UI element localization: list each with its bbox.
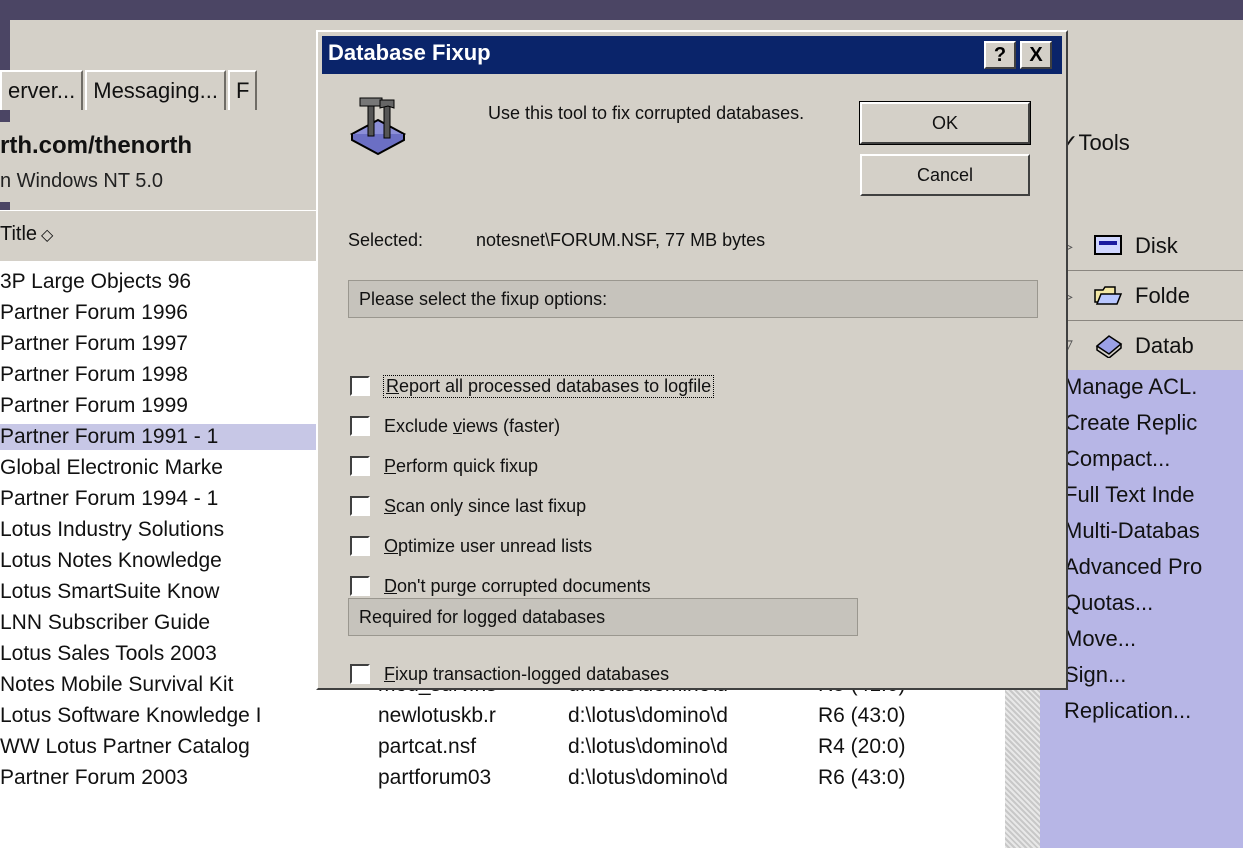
tab-more[interactable]: F bbox=[227, 70, 258, 110]
title-cell: Notes Mobile Survival Kit bbox=[0, 673, 234, 696]
tools-section-label: Datab bbox=[1135, 333, 1194, 358]
tools-section-disk[interactable]: ▷ Disk bbox=[1045, 222, 1243, 271]
column-title-header[interactable]: Title ◇ bbox=[0, 223, 53, 246]
title-cell: Lotus SmartSuite Know bbox=[0, 580, 220, 603]
folder-icon bbox=[1094, 286, 1123, 305]
title-cell: Lotus Software Knowledge I bbox=[0, 704, 262, 727]
tool-sign[interactable]: Sign... bbox=[1064, 662, 1126, 688]
selected-value: notesnet\FORUM.NSF, 77 MB bytes bbox=[476, 230, 766, 250]
tab-messaging[interactable]: Messaging... bbox=[85, 70, 226, 110]
option-label: Exclude views (faster) bbox=[384, 415, 561, 436]
option-label: Optimize user unread lists bbox=[384, 535, 593, 556]
path-cell: d:\lotus\domino\d bbox=[568, 735, 728, 758]
checkbox[interactable] bbox=[350, 536, 370, 556]
title-cell: Partner Forum 1991 - 1 bbox=[0, 425, 219, 448]
fixup-option[interactable]: Optimize user unread lists bbox=[350, 532, 592, 560]
title-cell: Partner Forum 2003 bbox=[0, 766, 188, 789]
database-fixup-dialog: Database Fixup ? X Use this tool to fix … bbox=[316, 30, 1068, 690]
version-cell: R4 (20:0) bbox=[818, 735, 906, 758]
option-label: Fixup transaction-logged databases bbox=[384, 663, 670, 684]
tools-header[interactable]: ✓Tools bbox=[1060, 130, 1130, 156]
option-fixup-transaction-logged[interactable]: Fixup transaction-logged databases bbox=[350, 660, 669, 688]
intro-text: Use this tool to fix corrupted databases… bbox=[488, 103, 805, 123]
title-cell: Global Electronic Marke bbox=[0, 456, 223, 479]
checkbox[interactable] bbox=[350, 456, 370, 476]
title-cell: Partner Forum 1997 bbox=[0, 332, 188, 355]
tool-full-text-index[interactable]: Full Text Inde bbox=[1064, 482, 1194, 508]
file-cell: partforum03 bbox=[378, 766, 492, 789]
title-cell: Partner Forum 1999 bbox=[0, 394, 188, 417]
tool-move[interactable]: Move... bbox=[1064, 626, 1136, 652]
fixup-option[interactable]: Don't purge corrupted documents bbox=[350, 572, 651, 600]
tab-strip: erver... Messaging... F bbox=[0, 70, 259, 110]
option-label: Scan only since last fixup bbox=[384, 495, 587, 516]
title-cell: LNN Subscriber Guide bbox=[0, 611, 211, 634]
checkbox[interactable] bbox=[350, 496, 370, 516]
fixup-option[interactable]: Perform quick fixup bbox=[350, 452, 538, 480]
title-cell: WW Lotus Partner Catalog bbox=[0, 735, 250, 758]
option-label: Report all processed databases to logfil… bbox=[382, 374, 715, 398]
table-row[interactable]: WW Lotus Partner Catalog partcat.nsf d:\lo… bbox=[0, 734, 1060, 760]
fixup-option[interactable]: Report all processed databases to logfil… bbox=[350, 372, 715, 400]
fixup-option[interactable]: Scan only since last fixup bbox=[350, 492, 586, 520]
tools-section-database[interactable]: ▽ Datab bbox=[1045, 322, 1243, 371]
title-cell: Partner Forum 1994 - 1 bbox=[0, 487, 219, 510]
application-window: erver... Messaging... F rth.com/thenorth… bbox=[0, 0, 1243, 848]
title-cell: Lotus Industry Solutions bbox=[0, 518, 225, 541]
dialog-titlebar[interactable]: Database Fixup ? X bbox=[322, 36, 1062, 74]
title-cell: Lotus Sales Tools 2003 bbox=[0, 642, 217, 665]
fixup-tool-icon bbox=[349, 97, 407, 156]
tools-section-label: Folde bbox=[1135, 283, 1191, 308]
database-icon bbox=[1095, 335, 1123, 358]
table-row[interactable]: Lotus Software Knowledge I newlotuskb.r d:… bbox=[0, 703, 1060, 729]
table-row[interactable]: Partner Forum 2003 partforum03 d:\lotus\do… bbox=[0, 765, 1060, 791]
title-cell: Lotus Notes Knowledge bbox=[0, 549, 222, 572]
checkbox[interactable] bbox=[350, 416, 370, 436]
disk-icon bbox=[1094, 235, 1122, 255]
version-cell: R6 (43:0) bbox=[818, 704, 906, 727]
help-button[interactable]: ? bbox=[984, 41, 1016, 69]
cancel-button[interactable]: Cancel bbox=[860, 154, 1030, 196]
logged-header: Required for logged databases bbox=[348, 598, 858, 636]
tool-compact[interactable]: Compact... bbox=[1064, 446, 1170, 472]
tab-server[interactable]: erver... bbox=[0, 70, 84, 110]
title-cell: Partner Forum 1996 bbox=[0, 301, 188, 324]
server-name: rth.com/thenorth bbox=[0, 132, 192, 159]
sort-icon: ◇ bbox=[41, 227, 54, 244]
tools-section-folder[interactable]: ▷ Folde bbox=[1045, 272, 1243, 321]
file-cell: partcat.nsf bbox=[378, 735, 477, 758]
version-cell: R6 (43:0) bbox=[818, 766, 906, 789]
dialog-title: Database Fixup bbox=[328, 40, 491, 65]
checkbox[interactable] bbox=[350, 376, 370, 396]
option-label: Perform quick fixup bbox=[384, 455, 539, 476]
tool-replication[interactable]: Replication... bbox=[1064, 698, 1191, 724]
server-header: rth.com/thenorth n Windows NT 5.0 bbox=[0, 122, 330, 202]
fixup-option[interactable]: Exclude views (faster) bbox=[350, 412, 560, 440]
tools-database-actions: Manage ACL. Create Replic Compact... Ful… bbox=[1040, 370, 1243, 848]
tool-multi-database[interactable]: Multi-Databas bbox=[1064, 518, 1200, 544]
file-cell: newlotuskb.r bbox=[378, 704, 496, 727]
tools-header-label: Tools bbox=[1078, 130, 1130, 155]
checkbox[interactable] bbox=[350, 664, 370, 684]
close-button[interactable]: X bbox=[1020, 41, 1052, 69]
ok-button[interactable]: OK bbox=[859, 101, 1031, 145]
tools-section-label: Disk bbox=[1135, 233, 1178, 258]
path-cell: d:\lotus\domino\d bbox=[568, 766, 728, 789]
tool-manage-acl[interactable]: Manage ACL. bbox=[1064, 374, 1197, 400]
path-cell: d:\lotus\domino\d bbox=[568, 704, 728, 727]
server-os: n Windows NT 5.0 bbox=[0, 170, 164, 192]
tool-advanced-properties[interactable]: Advanced Pro bbox=[1064, 554, 1202, 580]
option-label: Don't purge corrupted documents bbox=[384, 575, 651, 596]
title-cell: Partner Forum 1998 bbox=[0, 363, 188, 386]
options-header: Please select the fixup options: bbox=[348, 280, 1038, 318]
column-title-label: Title bbox=[0, 223, 38, 245]
tool-create-replica[interactable]: Create Replic bbox=[1064, 410, 1197, 436]
tool-quotas[interactable]: Quotas... bbox=[1064, 590, 1153, 616]
title-cell: 3P Large Objects 96 bbox=[0, 270, 192, 293]
checkbox[interactable] bbox=[350, 576, 370, 596]
selected-label: Selected: bbox=[348, 230, 424, 250]
